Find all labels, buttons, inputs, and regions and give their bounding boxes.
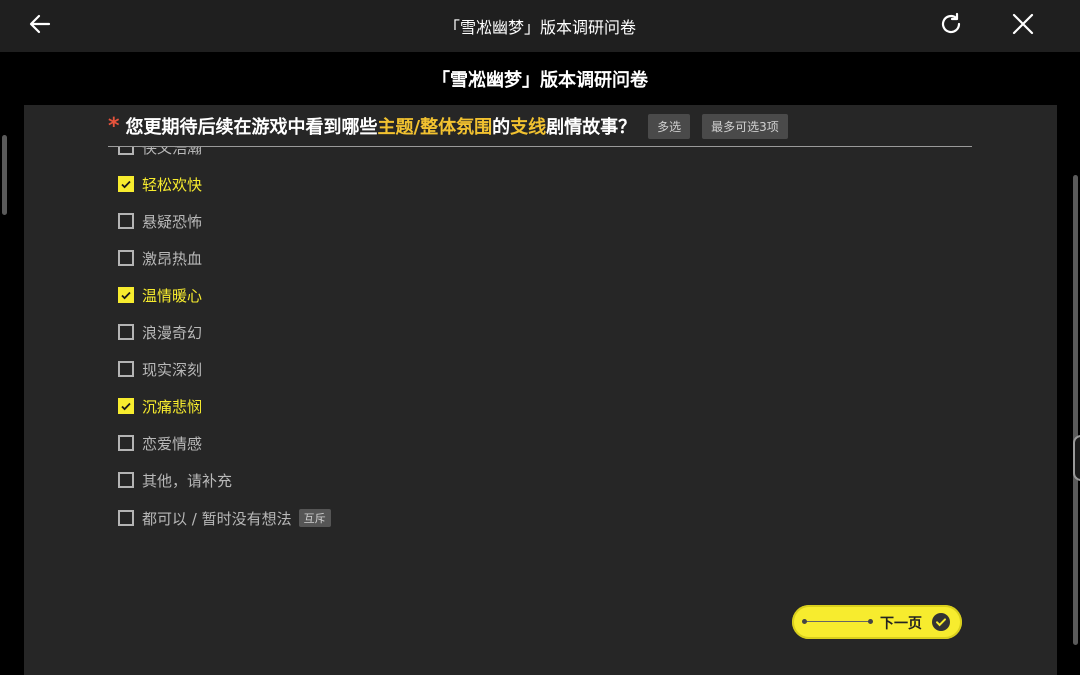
checkbox-checked[interactable] [118, 176, 134, 192]
window-title: 「雪凇幽梦」版本调研问卷 [443, 18, 636, 37]
question-text-1: 您更期待后续在游戏中看到哪些 [125, 117, 378, 138]
option-label: 激昂热血 [142, 249, 203, 268]
question-panel: * 您更期待后续在游戏中看到哪些 主题/整体氛围 的 支线 剧情故事？ 多选 最… [24, 105, 1057, 675]
checkbox[interactable] [118, 147, 134, 155]
close-icon [1011, 12, 1035, 40]
option-2[interactable]: 悬疑恐怖 [118, 209, 202, 233]
right-scrollbar[interactable] [1073, 175, 1078, 645]
survey-header: 「雪凇幽梦」版本调研问卷 [0, 52, 1080, 105]
option-6[interactable]: 现实深刻 [118, 357, 202, 381]
question-highlight-side: 支线 [510, 117, 547, 138]
left-gutter [0, 105, 24, 675]
refresh-icon [938, 11, 964, 41]
checkbox[interactable] [118, 324, 134, 340]
option-label: 温情暖心 [142, 286, 203, 305]
question-highlight-theme: 主题/整体氛围 [377, 117, 493, 138]
checkbox[interactable] [118, 213, 134, 229]
option-label: 其他，请补充 [142, 471, 233, 490]
check-circle-icon [932, 613, 950, 631]
refresh-button[interactable] [935, 10, 967, 42]
checkbox[interactable] [118, 250, 134, 266]
checkbox[interactable] [118, 435, 134, 451]
option-10[interactable]: 都可以 / 暂时没有想法 互斥 [118, 506, 331, 530]
option-label: 现实深刻 [142, 360, 203, 379]
option-8[interactable]: 恋爱情感 [118, 431, 202, 455]
checkbox-checked[interactable] [118, 398, 134, 414]
next-page-button[interactable]: 下一页 [792, 605, 962, 639]
checkbox[interactable] [118, 472, 134, 488]
decor-dot [868, 619, 873, 624]
option-label: 浪漫奇幻 [142, 323, 203, 342]
close-button[interactable] [1007, 10, 1039, 42]
option-label: 恋爱情感 [142, 434, 203, 453]
checkbox[interactable] [118, 361, 134, 377]
max-select-tag: 最多可选3项 [702, 113, 788, 139]
option-5[interactable]: 浪漫奇幻 [118, 320, 202, 344]
option-4[interactable]: 温情暖心 [118, 283, 202, 307]
option-label: 沉痛悲悯 [142, 397, 203, 416]
option-1[interactable]: 轻松欢快 [118, 172, 202, 196]
top-bar: 「雪凇幽梦」版本调研问卷 [0, 0, 1080, 52]
multi-select-tag: 多选 [648, 113, 691, 139]
option-label: 都可以 / 暂时没有想法 [142, 509, 292, 528]
checkbox[interactable] [118, 510, 134, 526]
option-7[interactable]: 沉痛悲悯 [118, 394, 202, 418]
options-list: 侠义浩瀚 轻松欢快 悬疑恐怖 激昂热血 温情暖心 浪漫奇幻 现实深刻 沉痛悲悯 [24, 147, 1057, 675]
question-text-3: 剧情故事？ [546, 117, 637, 138]
checkbox-checked[interactable] [118, 287, 134, 303]
required-mark: * [108, 113, 120, 139]
option-0[interactable]: 侠义浩瀚 [118, 147, 202, 159]
decor-dot [802, 619, 807, 624]
survey-title: 「雪凇幽梦」版本调研问卷 [432, 70, 648, 91]
option-3[interactable]: 激昂热血 [118, 246, 202, 270]
next-page-label: 下一页 [880, 616, 922, 632]
exclusive-tag: 互斥 [298, 509, 331, 527]
question-title: * 您更期待后续在游戏中看到哪些 主题/整体氛围 的 支线 剧情故事？ 多选 最… [108, 111, 788, 141]
question-text-2: 的 [492, 117, 511, 138]
right-gutter [1057, 105, 1080, 675]
option-label: 轻松欢快 [142, 175, 203, 194]
option-label: 侠义浩瀚 [142, 147, 203, 157]
decor-line [804, 621, 870, 622]
left-scrollbar[interactable] [2, 135, 7, 215]
option-9[interactable]: 其他，请补充 [118, 468, 232, 492]
side-pull-tab[interactable] [1073, 435, 1080, 481]
option-label: 悬疑恐怖 [142, 212, 203, 231]
